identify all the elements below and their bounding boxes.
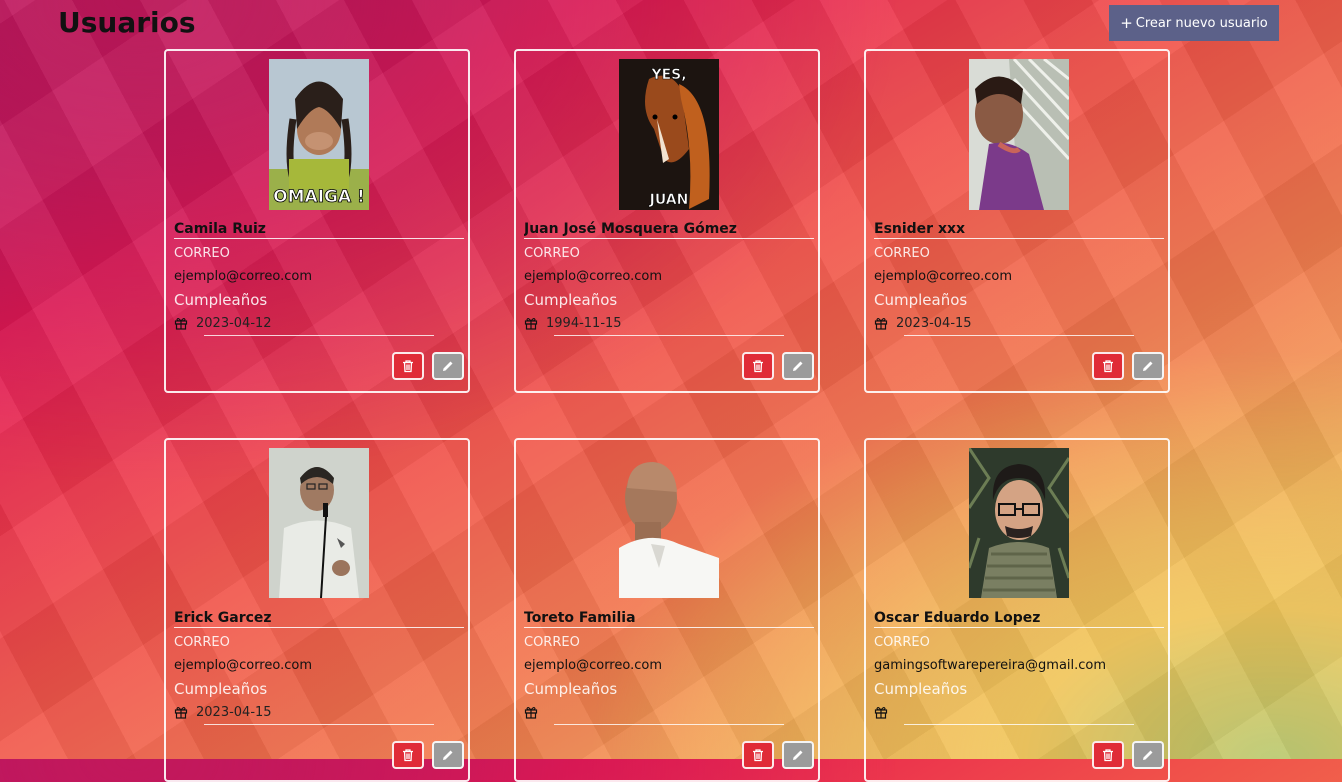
- user-avatar: [269, 448, 369, 598]
- user-name: Esnider xxx: [874, 221, 1164, 239]
- user-avatar: YES, JUAN: [619, 59, 719, 210]
- email-label: CORREO: [524, 246, 580, 261]
- delete-user-button[interactable]: [742, 352, 774, 380]
- birthday-underline: [554, 724, 784, 725]
- trash-icon: [1103, 360, 1113, 373]
- birthday-underline: [554, 335, 784, 336]
- delete-user-button[interactable]: [1092, 741, 1124, 769]
- edit-user-button[interactable]: [432, 741, 464, 769]
- gift-icon: [874, 317, 888, 330]
- birthday-label: Cumpleaños: [524, 291, 618, 309]
- delete-user-button[interactable]: [392, 741, 424, 769]
- trash-icon: [1103, 749, 1113, 762]
- email-label: CORREO: [174, 246, 230, 261]
- trash-icon: [403, 360, 413, 373]
- user-card: YES, JUAN Juan José Mosquera Gómez CORRE…: [514, 49, 820, 393]
- user-card: Erick Garcez CORREO ejemplo@correo.com C…: [164, 438, 470, 782]
- delete-user-button[interactable]: [742, 741, 774, 769]
- gift-icon: [174, 317, 188, 330]
- birthday-underline: [204, 335, 434, 336]
- birthday-underline: [904, 724, 1134, 725]
- user-email: ejemplo@correo.com: [524, 658, 662, 673]
- avatar-caption-top: YES,: [650, 67, 686, 83]
- gift-icon: [174, 706, 188, 719]
- user-grid: OMAIGA ! Camila Ruiz CORREO ejemplo@corr…: [0, 0, 1342, 782]
- user-name: Camila Ruiz: [174, 221, 464, 239]
- birthday-label: Cumpleaños: [174, 680, 268, 698]
- user-birthday: 2023-04-15: [196, 705, 272, 720]
- user-card: Toreto Familia CORREO ejemplo@correo.com…: [514, 438, 820, 782]
- edit-user-button[interactable]: [1132, 352, 1164, 380]
- user-name: Toreto Familia: [524, 610, 814, 628]
- edit-user-button[interactable]: [782, 352, 814, 380]
- edit-user-button[interactable]: [432, 352, 464, 380]
- edit-user-button[interactable]: [1132, 741, 1164, 769]
- user-birthday: 2023-04-15: [896, 316, 972, 331]
- gift-icon: [524, 317, 538, 330]
- delete-user-button[interactable]: [392, 352, 424, 380]
- email-label: CORREO: [174, 635, 230, 650]
- user-birthday: 2023-04-12: [196, 316, 272, 331]
- user-name: Erick Garcez: [174, 610, 464, 628]
- user-avatar: OMAIGA !: [269, 59, 369, 210]
- birthday-underline: [204, 724, 434, 725]
- delete-user-button[interactable]: [1092, 352, 1124, 380]
- user-email: ejemplo@correo.com: [524, 269, 662, 284]
- birthday-label: Cumpleaños: [874, 680, 968, 698]
- birthday-underline: [904, 335, 1134, 336]
- user-name: Oscar Eduardo Lopez: [874, 610, 1164, 628]
- birthday-label: Cumpleaños: [174, 291, 268, 309]
- user-card: Oscar Eduardo Lopez CORREO gamingsoftwar…: [864, 438, 1170, 782]
- user-avatar: [619, 448, 719, 598]
- user-name: Juan José Mosquera Gómez: [524, 221, 814, 239]
- trash-icon: [403, 749, 413, 762]
- email-label: CORREO: [874, 246, 930, 261]
- trash-icon: [753, 360, 763, 373]
- pencil-icon: [443, 750, 453, 760]
- birthday-label: Cumpleaños: [874, 291, 968, 309]
- gift-icon: [874, 706, 888, 719]
- pencil-icon: [443, 361, 453, 371]
- user-email: gamingsoftwarepereira@gmail.com: [874, 658, 1107, 673]
- user-email: ejemplo@correo.com: [874, 269, 1012, 284]
- birthday-label: Cumpleaños: [524, 680, 618, 698]
- email-label: CORREO: [524, 635, 580, 650]
- pencil-icon: [1143, 361, 1153, 371]
- avatar-caption-bottom: JUAN: [649, 192, 689, 208]
- user-email: ejemplo@correo.com: [174, 269, 312, 284]
- user-card: Esnider xxx CORREO ejemplo@correo.com Cu…: [864, 49, 1170, 393]
- pencil-icon: [793, 750, 803, 760]
- user-avatar: [969, 59, 1069, 210]
- user-avatar: [969, 448, 1069, 598]
- gift-icon: [524, 706, 538, 719]
- trash-icon: [753, 749, 763, 762]
- email-label: CORREO: [874, 635, 930, 650]
- pencil-icon: [1143, 750, 1153, 760]
- user-email: ejemplo@correo.com: [174, 658, 312, 673]
- pencil-icon: [793, 361, 803, 371]
- user-birthday: 1994-11-15: [546, 316, 622, 331]
- avatar-caption: OMAIGA !: [273, 187, 365, 207]
- user-card: OMAIGA ! Camila Ruiz CORREO ejemplo@corr…: [164, 49, 470, 393]
- edit-user-button[interactable]: [782, 741, 814, 769]
